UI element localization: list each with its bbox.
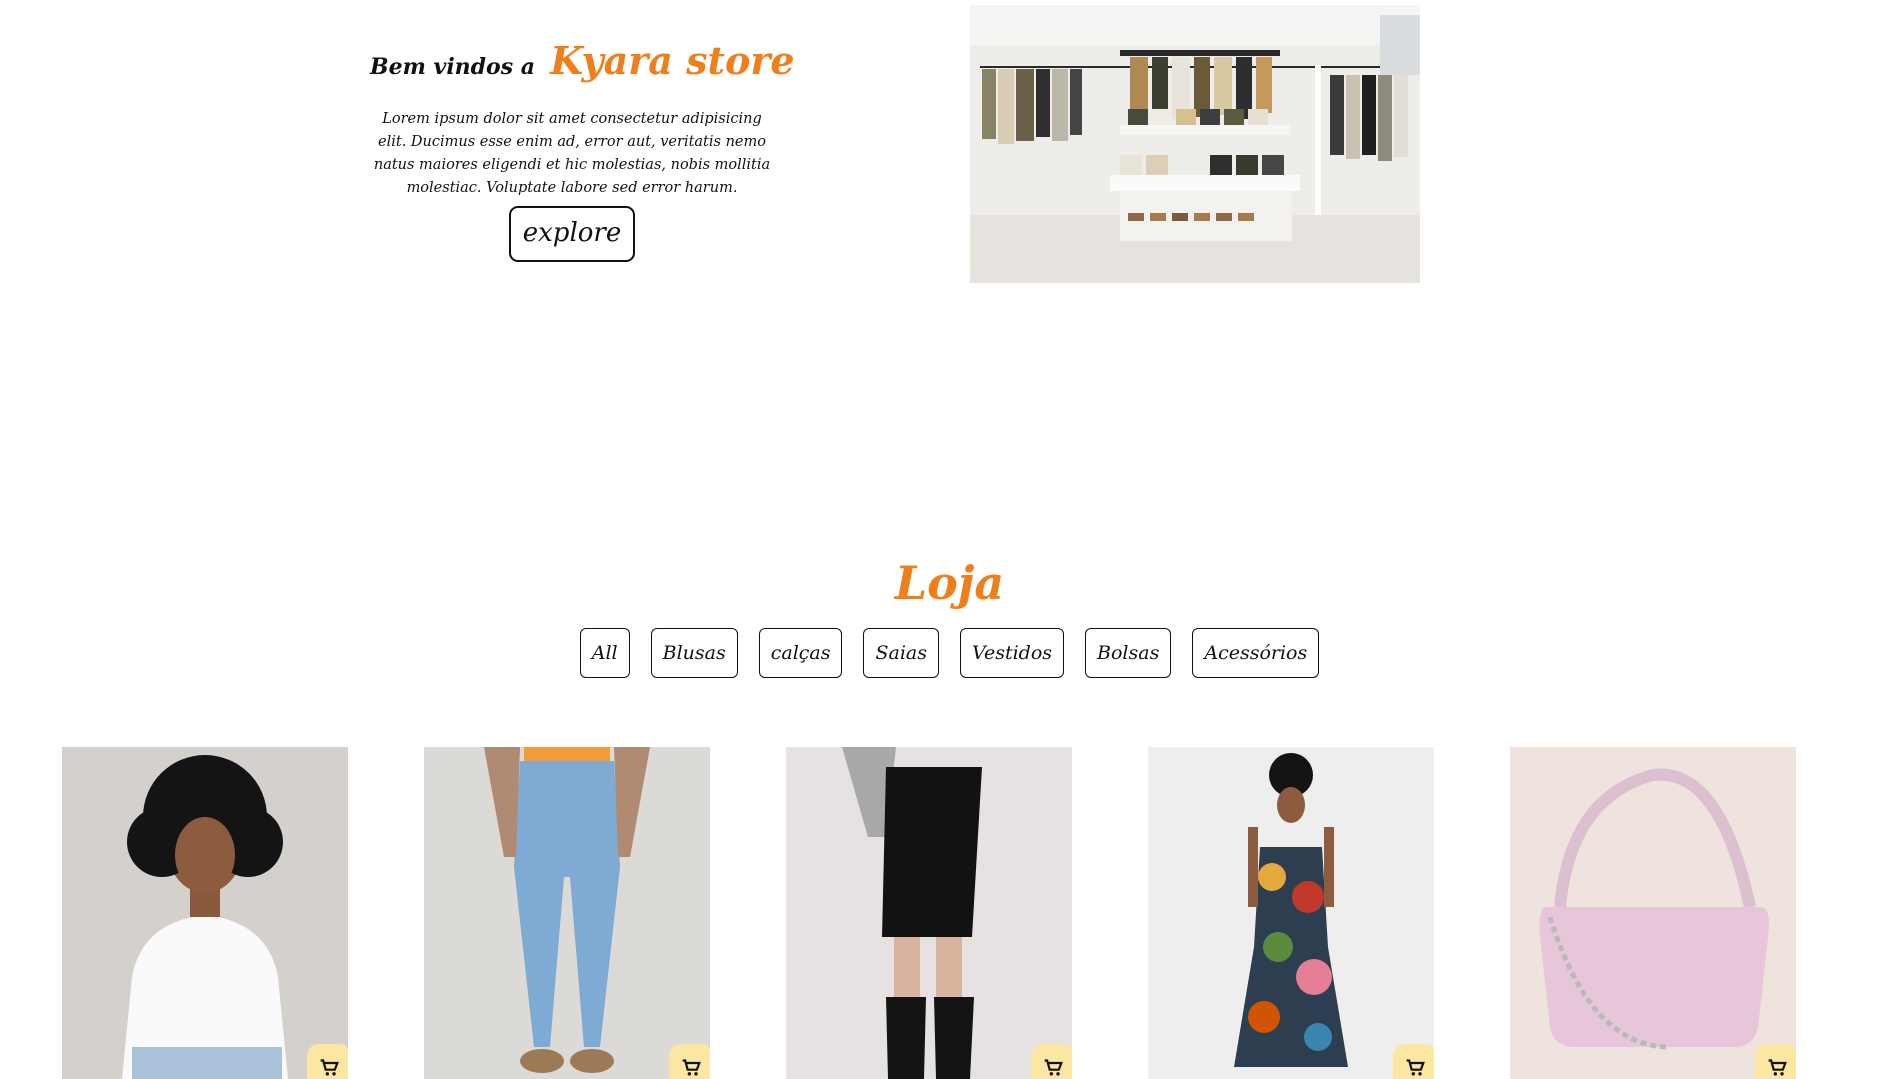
product-image-white-tshirt xyxy=(62,747,348,1079)
filter-saias-button[interactable]: Saias xyxy=(863,628,939,678)
cart-icon xyxy=(320,1058,339,1075)
product-image-black-skirt xyxy=(786,747,1072,1079)
add-to-cart-button[interactable] xyxy=(307,1044,348,1079)
hero-welcome-text: Bem vindos a xyxy=(370,54,536,80)
cart-icon xyxy=(1406,1058,1425,1075)
filter-calcas-button[interactable]: calças xyxy=(758,628,843,678)
product-image-floral-dress xyxy=(1148,747,1434,1079)
shop-title: Loja xyxy=(894,556,1005,610)
product-card[interactable] xyxy=(62,747,348,1079)
product-card[interactable] xyxy=(424,747,710,1079)
cart-icon xyxy=(1768,1058,1787,1075)
add-to-cart-button[interactable] xyxy=(1031,1044,1072,1079)
product-image-blue-jeans xyxy=(424,747,710,1079)
filter-blusas-button[interactable]: Blusas xyxy=(650,628,738,678)
store-interior-image xyxy=(970,5,1420,283)
hero-brand-name: Kyara store xyxy=(550,38,795,83)
product-card[interactable] xyxy=(1148,747,1434,1079)
hero-title: Bem vindos a Kyara store xyxy=(370,40,795,82)
product-grid xyxy=(62,747,1842,1079)
filter-bolsas-button[interactable]: Bolsas xyxy=(1085,628,1172,678)
product-card[interactable] xyxy=(1510,747,1796,1079)
filter-vestidos-button[interactable]: Vestidos xyxy=(959,628,1065,678)
category-filter-bar: All Blusas calças Saias Vestidos Bolsas … xyxy=(0,628,1899,678)
store-interior-illustration xyxy=(970,5,1420,283)
explore-button[interactable]: explore xyxy=(508,205,636,262)
filter-all-button[interactable]: All xyxy=(579,628,630,678)
add-to-cart-button[interactable] xyxy=(669,1044,710,1079)
hero-description: Lorem ipsum dolor sit amet consectetur a… xyxy=(373,110,771,196)
filter-acessorios-button[interactable]: Acessórios xyxy=(1192,628,1320,678)
product-image-pink-bag xyxy=(1510,747,1796,1079)
cart-icon xyxy=(682,1058,701,1075)
add-to-cart-button[interactable] xyxy=(1393,1044,1434,1079)
cart-icon xyxy=(1044,1058,1063,1075)
product-card[interactable] xyxy=(786,747,1072,1079)
add-to-cart-button[interactable] xyxy=(1755,1044,1796,1079)
hero-text-block: Bem vindos a Kyara store Lorem ipsum dol… xyxy=(370,40,795,262)
